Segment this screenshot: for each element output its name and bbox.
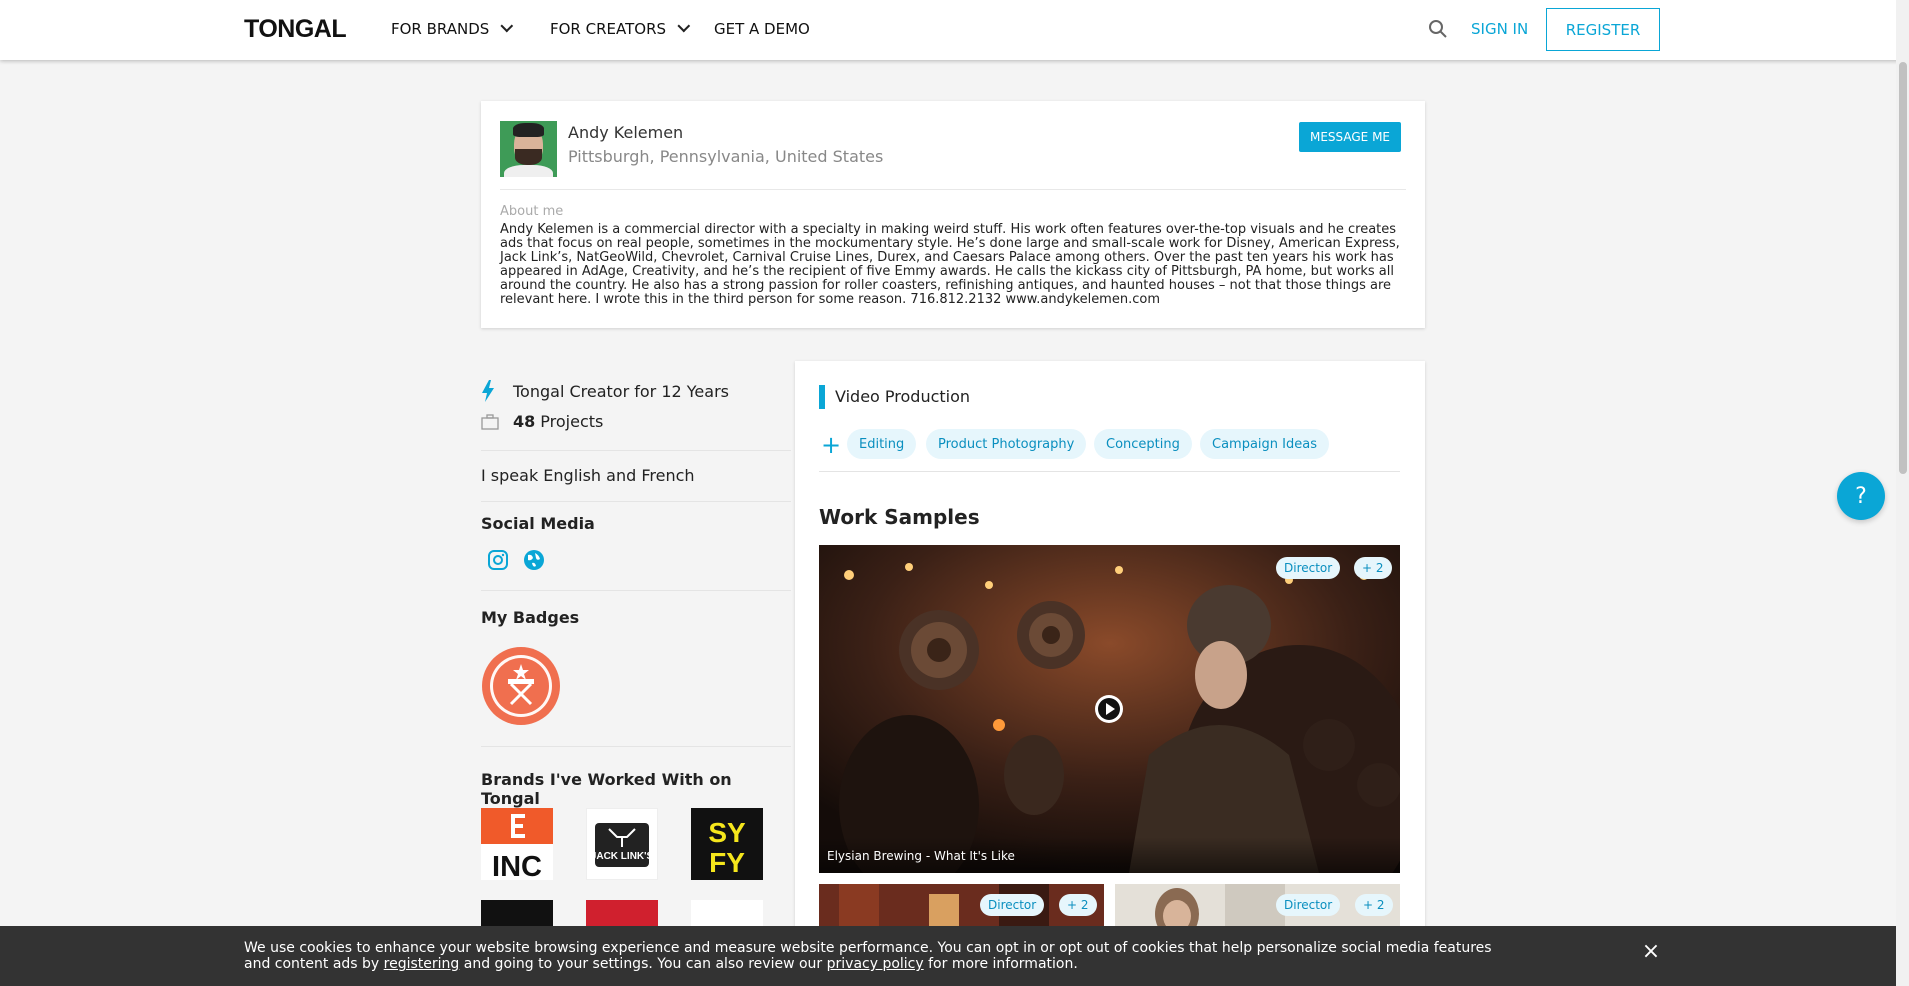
svg-text:INC: INC	[492, 851, 542, 880]
nav-get-a-demo-label: GET A DEMO	[714, 20, 810, 38]
brand-logo-partial[interactable]	[481, 900, 553, 926]
divider	[500, 189, 1406, 190]
about-me-label: About me	[500, 204, 564, 219]
briefcase-icon	[481, 413, 499, 430]
close-icon[interactable]: ×	[1641, 941, 1661, 963]
divider	[819, 471, 1400, 472]
jack-links-logo-icon: JACK LINK'S	[591, 823, 654, 867]
plus-icon[interactable]: +	[821, 433, 841, 457]
skill-chip[interactable]: Concepting	[1094, 429, 1192, 459]
svg-text:JACK LINK'S: JACK LINK'S	[591, 851, 654, 862]
divider	[481, 501, 791, 502]
more-roles-tag[interactable]: + 2	[1354, 557, 1392, 579]
brand-logo-partial[interactable]	[586, 900, 658, 926]
sign-in-link[interactable]: SIGN IN	[1471, 20, 1528, 38]
creator-tenure-text: Tongal Creator for 12 Years	[513, 381, 729, 401]
page-scrollbar-thumb[interactable]	[1899, 62, 1907, 474]
e-inc-logo-icon: INC	[481, 808, 553, 880]
avatar[interactable]	[500, 121, 557, 177]
more-roles-tag[interactable]: + 2	[1355, 894, 1393, 916]
about-me-text: Andy Kelemen is a commercial director wi…	[500, 222, 1400, 307]
avatar-body	[504, 165, 553, 177]
message-me-button[interactable]: MESSAGE ME	[1299, 122, 1401, 152]
nav-for-brands-label: FOR BRANDS	[391, 20, 490, 38]
skill-chip[interactable]: Editing	[847, 429, 917, 459]
avatar-beard	[515, 149, 542, 165]
chevron-down-icon	[677, 19, 691, 32]
nav-for-brands[interactable]: FOR BRANDS	[391, 19, 514, 38]
search-icon[interactable]	[1428, 19, 1448, 39]
tongal-logo[interactable]: TONGAL	[244, 15, 347, 44]
instagram-icon[interactable]	[487, 549, 509, 571]
brand-logo-jack-links[interactable]: JACK LINK'S	[586, 808, 658, 880]
cookie-text: We use cookies to enhance your website b…	[244, 940, 1494, 972]
role-tag[interactable]: Director	[1276, 557, 1341, 579]
top-navigation-bar: TONGAL FOR BRANDS FOR CREATORS GET A DEM…	[0, 0, 1909, 60]
nav-for-creators-label: FOR CREATORS	[550, 20, 667, 38]
syfy-logo-icon: SY FY	[708, 817, 746, 878]
svg-text:FY: FY	[709, 847, 745, 878]
languages: I speak English and French	[481, 466, 695, 485]
play-icon[interactable]	[1094, 694, 1124, 724]
projects-label: Projects	[540, 412, 604, 431]
cookie-text-part: and going to your settings. You can also…	[459, 956, 827, 972]
video-title: Elysian Brewing - What It's Like	[827, 849, 1015, 863]
social-media-title: Social Media	[481, 514, 595, 533]
skill-chip[interactable]: Campaign Ideas	[1200, 429, 1329, 459]
more-roles-tag[interactable]: + 2	[1059, 894, 1097, 916]
globe-icon[interactable]	[523, 549, 545, 571]
brands-title: Brands I've Worked With on Tongal	[481, 770, 732, 808]
projects-number: 48	[513, 412, 536, 431]
divider	[481, 746, 791, 747]
divider	[481, 450, 791, 451]
role-tag[interactable]: Director	[1276, 894, 1341, 916]
brand-logo-partial[interactable]	[691, 900, 763, 926]
nav-for-creators[interactable]: FOR CREATORS	[550, 19, 691, 38]
apprentice-director-badge[interactable]	[481, 646, 561, 726]
chevron-down-icon	[500, 19, 514, 32]
profile-location: Pittsburgh, Pennsylvania, United States	[568, 147, 884, 166]
profile-card: Andy Kelemen Pittsburgh, Pennsylvania, U…	[481, 101, 1425, 328]
featured-video[interactable]: Director + 2 Elysian Brewing - What It's…	[819, 545, 1400, 873]
category-title: Video Production	[835, 387, 971, 406]
register-button[interactable]: REGISTER	[1546, 8, 1660, 51]
lightning-icon	[482, 380, 494, 402]
divider	[481, 590, 791, 591]
cookie-banner: We use cookies to enhance your website b…	[0, 926, 1896, 986]
brand-logo-e-inc[interactable]: INC	[481, 808, 553, 880]
skill-chip[interactable]: Product Photography	[926, 429, 1087, 459]
work-samples-title: Work Samples	[819, 505, 980, 529]
role-tag[interactable]: Director	[980, 894, 1045, 916]
profile-name: Andy Kelemen	[568, 123, 684, 142]
nav-get-a-demo[interactable]: GET A DEMO	[714, 20, 810, 38]
category-accent-bar	[819, 385, 825, 409]
privacy-policy-link[interactable]: privacy policy	[827, 956, 924, 972]
registering-link[interactable]: registering	[384, 956, 460, 972]
my-badges-title: My Badges	[481, 608, 580, 627]
avatar-hair	[513, 123, 544, 137]
svg-text:SY: SY	[708, 817, 746, 848]
cookie-text-part: for more information.	[923, 956, 1078, 972]
projects-count: 48 Projects	[481, 412, 603, 431]
help-button[interactable]: ?	[1837, 472, 1885, 520]
brand-logo-syfy[interactable]: SY FY	[691, 808, 763, 880]
skills-and-work-card: Video Production + Editing Product Photo…	[795, 361, 1425, 986]
creator-tenure: Tongal Creator for 12 Years	[481, 380, 729, 402]
